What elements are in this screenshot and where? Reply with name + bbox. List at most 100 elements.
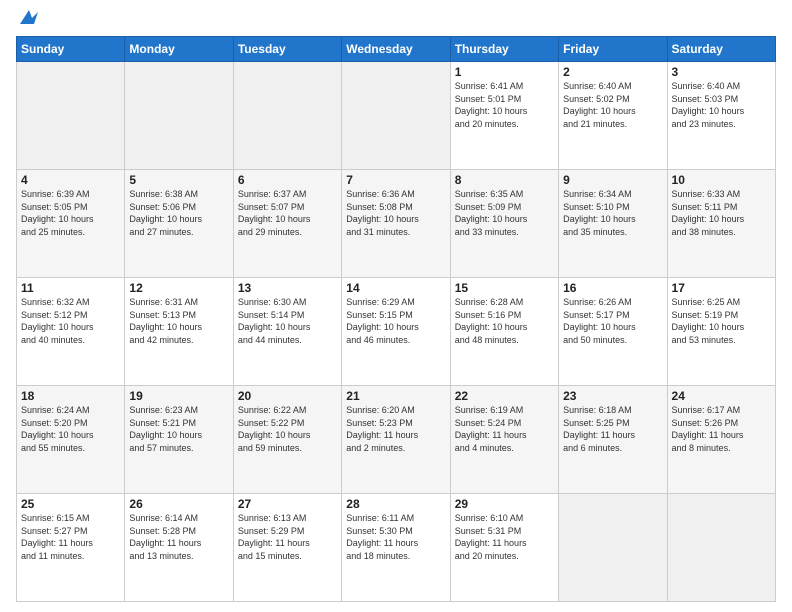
calendar-body: 1Sunrise: 6:41 AM Sunset: 5:01 PM Daylig… (17, 62, 776, 602)
day-number: 10 (672, 173, 771, 187)
calendar-week-4: 18Sunrise: 6:24 AM Sunset: 5:20 PM Dayli… (17, 386, 776, 494)
calendar-container: SundayMondayTuesdayWednesdayThursdayFrid… (0, 0, 792, 612)
day-info: Sunrise: 6:40 AM Sunset: 5:02 PM Dayligh… (563, 80, 662, 130)
day-number: 11 (21, 281, 120, 295)
header-cell-thursday: Thursday (450, 37, 558, 62)
header-row: SundayMondayTuesdayWednesdayThursdayFrid… (17, 37, 776, 62)
day-info: Sunrise: 6:33 AM Sunset: 5:11 PM Dayligh… (672, 188, 771, 238)
day-number: 12 (129, 281, 228, 295)
day-info: Sunrise: 6:18 AM Sunset: 5:25 PM Dayligh… (563, 404, 662, 454)
day-number: 4 (21, 173, 120, 187)
calendar-week-5: 25Sunrise: 6:15 AM Sunset: 5:27 PM Dayli… (17, 494, 776, 602)
day-info: Sunrise: 6:28 AM Sunset: 5:16 PM Dayligh… (455, 296, 554, 346)
day-info: Sunrise: 6:14 AM Sunset: 5:28 PM Dayligh… (129, 512, 228, 562)
calendar-cell (17, 62, 125, 170)
calendar-cell: 24Sunrise: 6:17 AM Sunset: 5:26 PM Dayli… (667, 386, 775, 494)
day-number: 7 (346, 173, 445, 187)
day-info: Sunrise: 6:13 AM Sunset: 5:29 PM Dayligh… (238, 512, 337, 562)
day-number: 6 (238, 173, 337, 187)
calendar-cell: 20Sunrise: 6:22 AM Sunset: 5:22 PM Dayli… (233, 386, 341, 494)
day-info: Sunrise: 6:15 AM Sunset: 5:27 PM Dayligh… (21, 512, 120, 562)
day-number: 2 (563, 65, 662, 79)
day-number: 16 (563, 281, 662, 295)
header (16, 16, 776, 28)
day-number: 25 (21, 497, 120, 511)
calendar-cell: 21Sunrise: 6:20 AM Sunset: 5:23 PM Dayli… (342, 386, 450, 494)
calendar-cell: 15Sunrise: 6:28 AM Sunset: 5:16 PM Dayli… (450, 278, 558, 386)
calendar-cell: 1Sunrise: 6:41 AM Sunset: 5:01 PM Daylig… (450, 62, 558, 170)
calendar-cell: 18Sunrise: 6:24 AM Sunset: 5:20 PM Dayli… (17, 386, 125, 494)
day-info: Sunrise: 6:40 AM Sunset: 5:03 PM Dayligh… (672, 80, 771, 130)
day-number: 24 (672, 389, 771, 403)
calendar-cell: 12Sunrise: 6:31 AM Sunset: 5:13 PM Dayli… (125, 278, 233, 386)
calendar-cell: 22Sunrise: 6:19 AM Sunset: 5:24 PM Dayli… (450, 386, 558, 494)
calendar-cell (667, 494, 775, 602)
day-number: 23 (563, 389, 662, 403)
calendar-cell: 17Sunrise: 6:25 AM Sunset: 5:19 PM Dayli… (667, 278, 775, 386)
day-number: 15 (455, 281, 554, 295)
calendar-cell (125, 62, 233, 170)
day-number: 21 (346, 389, 445, 403)
logo (16, 16, 40, 28)
day-number: 19 (129, 389, 228, 403)
day-info: Sunrise: 6:35 AM Sunset: 5:09 PM Dayligh… (455, 188, 554, 238)
logo-bird-icon (18, 6, 40, 28)
day-number: 9 (563, 173, 662, 187)
day-info: Sunrise: 6:29 AM Sunset: 5:15 PM Dayligh… (346, 296, 445, 346)
day-info: Sunrise: 6:20 AM Sunset: 5:23 PM Dayligh… (346, 404, 445, 454)
day-info: Sunrise: 6:22 AM Sunset: 5:22 PM Dayligh… (238, 404, 337, 454)
calendar-table: SundayMondayTuesdayWednesdayThursdayFrid… (16, 36, 776, 602)
calendar-cell (559, 494, 667, 602)
day-info: Sunrise: 6:17 AM Sunset: 5:26 PM Dayligh… (672, 404, 771, 454)
day-number: 1 (455, 65, 554, 79)
day-info: Sunrise: 6:32 AM Sunset: 5:12 PM Dayligh… (21, 296, 120, 346)
calendar-cell: 23Sunrise: 6:18 AM Sunset: 5:25 PM Dayli… (559, 386, 667, 494)
day-number: 13 (238, 281, 337, 295)
day-number: 3 (672, 65, 771, 79)
day-number: 17 (672, 281, 771, 295)
header-cell-sunday: Sunday (17, 37, 125, 62)
header-cell-tuesday: Tuesday (233, 37, 341, 62)
day-number: 18 (21, 389, 120, 403)
day-info: Sunrise: 6:41 AM Sunset: 5:01 PM Dayligh… (455, 80, 554, 130)
calendar-cell: 3Sunrise: 6:40 AM Sunset: 5:03 PM Daylig… (667, 62, 775, 170)
day-info: Sunrise: 6:23 AM Sunset: 5:21 PM Dayligh… (129, 404, 228, 454)
calendar-cell: 7Sunrise: 6:36 AM Sunset: 5:08 PM Daylig… (342, 170, 450, 278)
day-info: Sunrise: 6:26 AM Sunset: 5:17 PM Dayligh… (563, 296, 662, 346)
day-info: Sunrise: 6:39 AM Sunset: 5:05 PM Dayligh… (21, 188, 120, 238)
day-number: 26 (129, 497, 228, 511)
calendar-week-3: 11Sunrise: 6:32 AM Sunset: 5:12 PM Dayli… (17, 278, 776, 386)
calendar-cell: 5Sunrise: 6:38 AM Sunset: 5:06 PM Daylig… (125, 170, 233, 278)
day-info: Sunrise: 6:24 AM Sunset: 5:20 PM Dayligh… (21, 404, 120, 454)
calendar-cell: 8Sunrise: 6:35 AM Sunset: 5:09 PM Daylig… (450, 170, 558, 278)
calendar-cell: 13Sunrise: 6:30 AM Sunset: 5:14 PM Dayli… (233, 278, 341, 386)
day-info: Sunrise: 6:31 AM Sunset: 5:13 PM Dayligh… (129, 296, 228, 346)
calendar-cell: 4Sunrise: 6:39 AM Sunset: 5:05 PM Daylig… (17, 170, 125, 278)
header-cell-monday: Monday (125, 37, 233, 62)
calendar-cell: 19Sunrise: 6:23 AM Sunset: 5:21 PM Dayli… (125, 386, 233, 494)
header-cell-friday: Friday (559, 37, 667, 62)
day-info: Sunrise: 6:34 AM Sunset: 5:10 PM Dayligh… (563, 188, 662, 238)
calendar-cell (342, 62, 450, 170)
day-number: 20 (238, 389, 337, 403)
calendar-week-1: 1Sunrise: 6:41 AM Sunset: 5:01 PM Daylig… (17, 62, 776, 170)
calendar-cell: 14Sunrise: 6:29 AM Sunset: 5:15 PM Dayli… (342, 278, 450, 386)
day-number: 29 (455, 497, 554, 511)
day-info: Sunrise: 6:37 AM Sunset: 5:07 PM Dayligh… (238, 188, 337, 238)
calendar-cell: 2Sunrise: 6:40 AM Sunset: 5:02 PM Daylig… (559, 62, 667, 170)
calendar-cell: 6Sunrise: 6:37 AM Sunset: 5:07 PM Daylig… (233, 170, 341, 278)
calendar-cell: 9Sunrise: 6:34 AM Sunset: 5:10 PM Daylig… (559, 170, 667, 278)
day-number: 28 (346, 497, 445, 511)
calendar-cell: 26Sunrise: 6:14 AM Sunset: 5:28 PM Dayli… (125, 494, 233, 602)
calendar-cell (233, 62, 341, 170)
header-cell-wednesday: Wednesday (342, 37, 450, 62)
header-cell-saturday: Saturday (667, 37, 775, 62)
calendar-header: SundayMondayTuesdayWednesdayThursdayFrid… (17, 37, 776, 62)
day-number: 27 (238, 497, 337, 511)
day-info: Sunrise: 6:38 AM Sunset: 5:06 PM Dayligh… (129, 188, 228, 238)
day-info: Sunrise: 6:11 AM Sunset: 5:30 PM Dayligh… (346, 512, 445, 562)
day-info: Sunrise: 6:10 AM Sunset: 5:31 PM Dayligh… (455, 512, 554, 562)
day-info: Sunrise: 6:36 AM Sunset: 5:08 PM Dayligh… (346, 188, 445, 238)
day-number: 22 (455, 389, 554, 403)
day-number: 5 (129, 173, 228, 187)
